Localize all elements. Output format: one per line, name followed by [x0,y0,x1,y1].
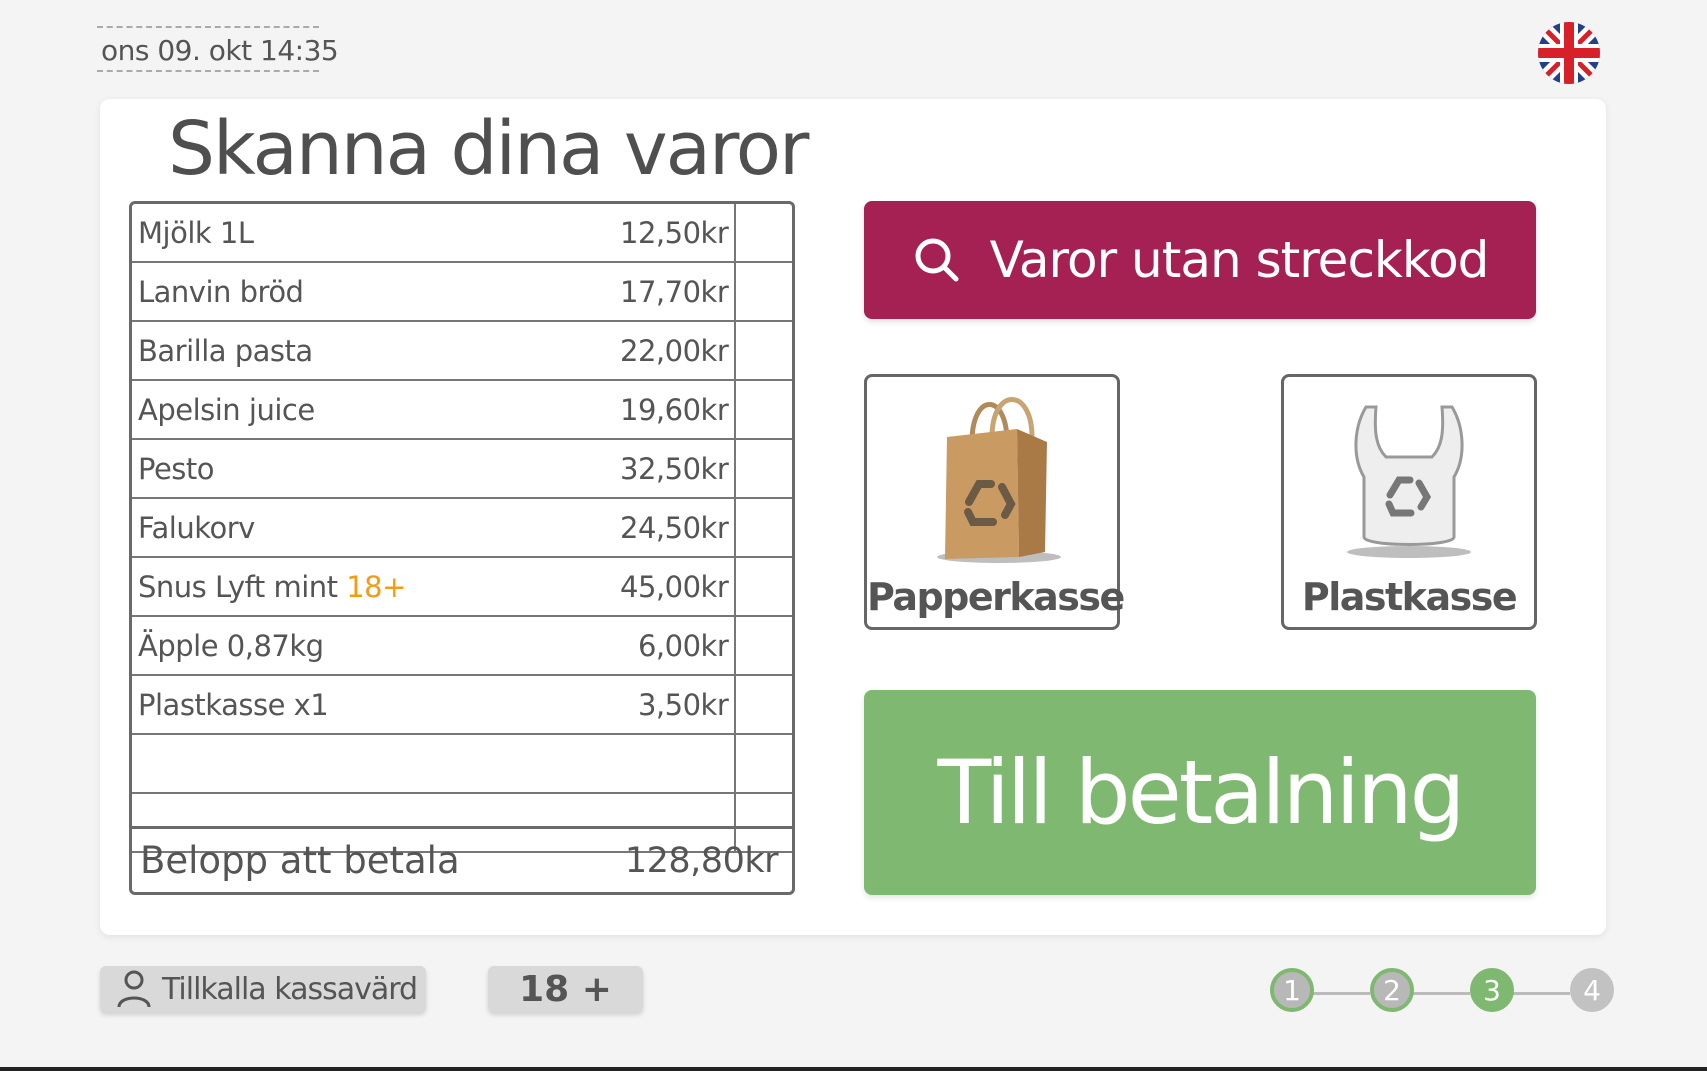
table-row: Pesto 32,50kr [132,439,792,499]
item-price [620,734,736,794]
call-attendant-label: Tillkalla kassavärd [162,971,418,1007]
search-icon [915,238,959,282]
item-price: 6,00kr [620,616,736,676]
item-name: Falukorv [132,498,621,558]
total-label: Belopp att betala [140,839,460,882]
item-action-cell[interactable] [734,321,792,381]
item-name [132,734,621,794]
uk-flag-icon[interactable] [1535,19,1603,87]
item-action-cell[interactable] [734,557,792,617]
age-verification-button[interactable]: 18 + [488,966,643,1012]
item-name: Barilla pasta [132,321,621,381]
step-connector [1410,992,1470,995]
step-4: 4 [1570,968,1614,1012]
item-action-cell[interactable] [734,204,792,263]
plastic-bag-button[interactable]: Plastkasse [1281,374,1537,630]
total-amount: 128,80kr [624,840,779,881]
go-to-payment-button[interactable]: Till betalning [864,690,1536,895]
item-name: Apelsin juice [132,380,621,440]
item-action-cell [734,734,792,794]
item-price: 19,60kr [620,380,736,440]
item-name: Lanvin bröd [132,262,621,322]
table-row: Lanvin bröd 17,70kr [132,262,792,322]
plastic-bag-label: Plastkasse [1301,575,1518,619]
table-row: Apelsin juice 19,60kr [132,380,792,440]
item-name: Mjölk 1L [132,204,621,263]
table-row: Äpple 0,87kg 6,00kr [132,616,792,676]
person-icon [117,970,151,1008]
step-2: 2 [1370,968,1414,1012]
step-connector [1310,992,1370,995]
item-name: Pesto [132,439,621,499]
plastic-bag-icon [1347,405,1471,558]
step-3: 3 [1470,968,1514,1012]
item-price: 32,50kr [620,439,736,499]
table-row: Plastkasse x1 3,50kr [132,675,792,735]
item-action-cell[interactable] [734,675,792,735]
progress-steps: 1 2 3 4 [1270,968,1620,1018]
age-restriction-badge: 18+ [346,569,406,604]
item-price: 22,00kr [620,321,736,381]
table-row: Barilla pasta 22,00kr [132,321,792,381]
item-action-cell[interactable] [734,439,792,499]
step-connector [1510,992,1570,995]
paper-bag-icon [937,397,1061,563]
page-title: Skanna dina varor [168,106,809,192]
bottom-edge [0,1067,1707,1071]
table-row: Falukorv 24,50kr [132,498,792,558]
receipt-list: Mjölk 1L 12,50kr Lanvin bröd 17,70kr Baril… [129,201,795,895]
total-row: Belopp att betala 128,80kr [132,826,792,892]
item-name: Äpple 0,87kg [132,616,621,676]
table-row: Mjölk 1L 12,50kr [132,204,792,263]
item-price: 45,00kr [620,557,736,617]
table-row [132,734,792,794]
item-action-cell[interactable] [734,498,792,558]
paper-bag-label: Papperkasse [867,575,1125,619]
item-action-cell[interactable] [734,380,792,440]
items-without-barcode-button[interactable]: Varor utan streckkod [864,201,1536,319]
item-price: 3,50kr [620,675,736,735]
item-name: Plastkasse x1 [132,675,621,735]
call-attendant-button[interactable]: Tillkalla kassavärd [100,966,426,1012]
table-row: Snus Lyft mint 18+ 45,00kr [132,557,792,617]
item-price: 17,70kr [620,262,736,322]
item-name-cell: Snus Lyft mint 18+ [132,557,621,617]
paper-bag-button[interactable]: Papperkasse [864,374,1125,630]
item-price: 24,50kr [620,498,736,558]
item-name: Snus Lyft mint [138,569,338,604]
item-action-cell[interactable] [734,262,792,322]
step-1: 1 [1270,968,1314,1012]
date-time-display: ons 09. okt 14:35 [97,26,339,72]
item-price: 12,50kr [620,204,736,263]
items-without-barcode-label: Varor utan streckkod [989,231,1490,289]
item-action-cell[interactable] [734,616,792,676]
